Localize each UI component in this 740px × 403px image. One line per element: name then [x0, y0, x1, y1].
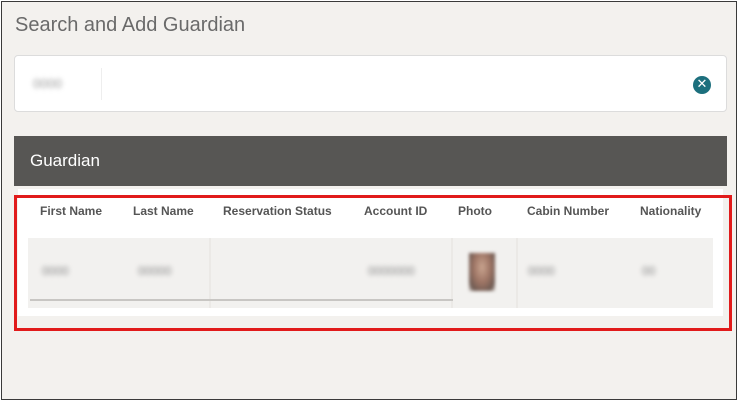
- search-input-value: 0000: [33, 76, 62, 91]
- table-row[interactable]: 0000 00000 0000000 0000 00: [28, 238, 713, 308]
- cell-last-name: 00000: [138, 264, 172, 278]
- guardian-section-header: Guardian: [14, 136, 727, 186]
- cell-cabin-number: 0000: [528, 264, 555, 278]
- column-header-first-name: First Name: [40, 204, 103, 218]
- column-header-cabin-number: Cabin Number: [527, 204, 610, 218]
- row-underline: [30, 299, 453, 301]
- clear-search-icon[interactable]: ✕: [693, 76, 711, 94]
- guardian-search-input[interactable]: 0000 ✕: [14, 55, 727, 112]
- column-header-reservation-status: Reservation Status: [223, 204, 332, 218]
- column-header-last-name: Last Name: [133, 204, 194, 218]
- cell-separator: [209, 238, 211, 308]
- cell-first-name: 0000: [42, 264, 69, 278]
- cell-account-id: 0000000: [368, 264, 415, 278]
- cell-separator: [451, 238, 453, 308]
- guardian-section-title: Guardian: [30, 151, 100, 170]
- guardian-photo-image: [469, 253, 495, 291]
- column-header-photo: Photo: [458, 204, 492, 218]
- column-header-account-id: Account ID: [364, 204, 428, 218]
- cell-nationality: 00: [642, 264, 656, 278]
- search-divider: [101, 68, 102, 100]
- panel-title: Search and Add Guardian: [15, 14, 246, 36]
- cell-separator: [516, 238, 518, 308]
- guardian-table: First Name Last Name Reservation Status …: [18, 189, 723, 316]
- column-header-nationality: Nationality: [640, 204, 702, 218]
- search-add-guardian-panel: Search and Add Guardian 0000 ✕ Guardian …: [1, 1, 737, 400]
